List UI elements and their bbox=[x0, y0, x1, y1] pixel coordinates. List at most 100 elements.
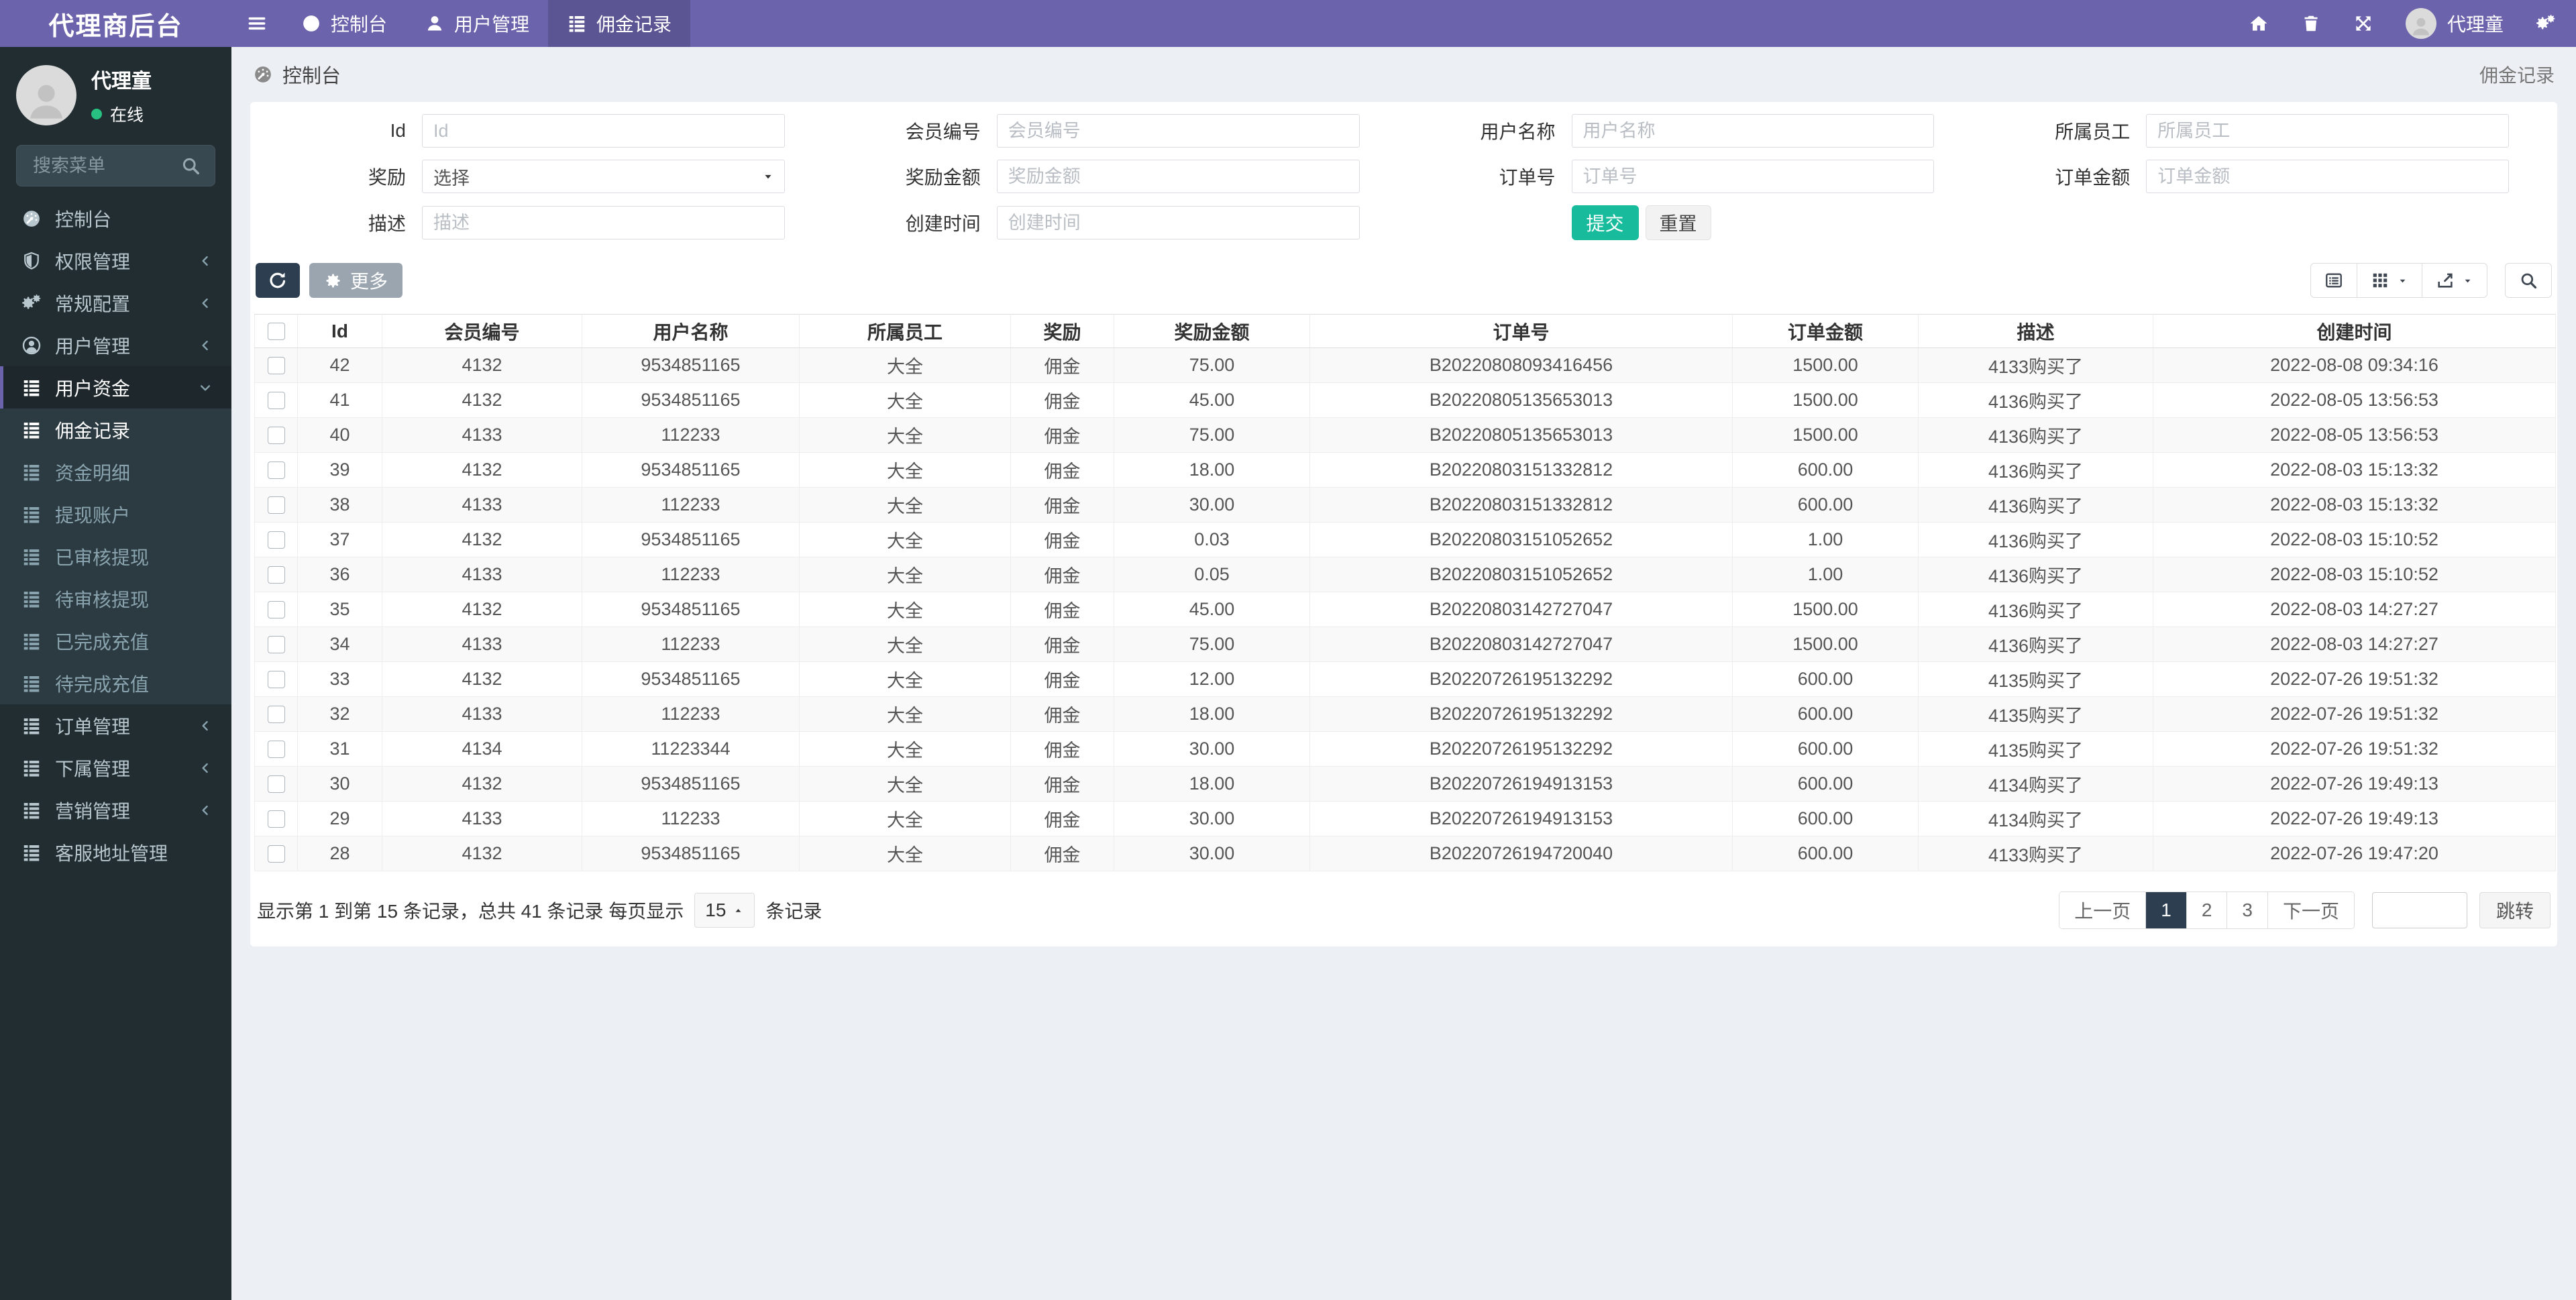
submit-button[interactable]: 提交 bbox=[1571, 205, 1639, 240]
table-cell: 大全 bbox=[799, 766, 1011, 802]
table-cell: 佣金 bbox=[1010, 382, 1114, 418]
tab-dashboard[interactable]: 控制台 bbox=[282, 0, 406, 47]
page-button-1[interactable]: 1 bbox=[2145, 892, 2186, 928]
page-button-3[interactable]: 3 bbox=[2226, 892, 2267, 928]
filter-select-reward[interactable]: 选择 bbox=[422, 160, 785, 193]
row-checkbox[interactable] bbox=[267, 565, 285, 584]
table-cell: 9534851165 bbox=[582, 766, 800, 802]
row-checkbox[interactable] bbox=[267, 426, 285, 444]
sidebar-subitem-pending-recharges[interactable]: 待完成充值 bbox=[0, 662, 231, 704]
home-icon[interactable] bbox=[2249, 13, 2269, 34]
row-checkbox[interactable] bbox=[267, 635, 285, 653]
table-cell: 4134 bbox=[382, 731, 582, 767]
table-cell: 大全 bbox=[799, 661, 1011, 697]
page-jump-input[interactable] bbox=[2371, 892, 2467, 928]
prev-page-button[interactable]: 上一页 bbox=[2059, 892, 2146, 928]
table-cell: 4133 bbox=[382, 627, 582, 662]
table-cell: 4133 bbox=[382, 801, 582, 836]
row-checkbox[interactable] bbox=[267, 461, 285, 479]
navbar-user-menu[interactable]: 代理童 bbox=[2405, 8, 2504, 39]
row-checkbox[interactable] bbox=[267, 531, 285, 549]
row-checkbox[interactable] bbox=[267, 845, 285, 863]
tab-commission-records[interactable]: 佣金记录 bbox=[548, 0, 691, 47]
sidebar-item-service-address-management[interactable]: 客服地址管理 bbox=[0, 831, 231, 873]
filter-input-order-amount[interactable] bbox=[2146, 160, 2509, 193]
table-cell: 36 bbox=[297, 557, 382, 592]
row-checkbox[interactable] bbox=[267, 740, 285, 758]
table-cell: 1500.00 bbox=[1732, 417, 1919, 453]
expand-icon[interactable] bbox=[2353, 13, 2373, 34]
sidebar-subitem-fund-details[interactable]: 资金明细 bbox=[0, 451, 231, 493]
toggle-pagination-button[interactable] bbox=[2310, 263, 2357, 298]
filter-input-id[interactable] bbox=[422, 114, 785, 148]
breadcrumb-current: 佣金记录 bbox=[2479, 65, 2555, 86]
table-cell: 112233 bbox=[582, 417, 800, 453]
row-checkbox-cell bbox=[254, 731, 298, 767]
sidebar-item-user-management[interactable]: 用户管理 bbox=[0, 324, 231, 366]
columns-button[interactable] bbox=[2357, 263, 2422, 298]
sidebar-subitem-commission-records[interactable]: 佣金记录 bbox=[0, 409, 231, 451]
filter-input-created-at[interactable] bbox=[996, 206, 1360, 239]
table-cell: 佣金 bbox=[1010, 836, 1114, 871]
filter-input-staff[interactable] bbox=[2146, 114, 2509, 148]
sidebar-item-permissions[interactable]: 权限管理 bbox=[0, 239, 231, 282]
row-checkbox[interactable] bbox=[267, 391, 285, 409]
filter-input-reward-amount[interactable] bbox=[996, 160, 1360, 193]
row-checkbox[interactable] bbox=[267, 775, 285, 793]
sidebar-item-general-config[interactable]: 常规配置 bbox=[0, 282, 231, 324]
filter-input-order-no[interactable] bbox=[1571, 160, 1935, 193]
table-cell: 4132 bbox=[382, 766, 582, 802]
user-icon bbox=[23, 78, 70, 125]
row-checkbox[interactable] bbox=[267, 600, 285, 618]
row-checkbox[interactable] bbox=[267, 670, 285, 688]
column-header-8: 描述 bbox=[1918, 314, 2153, 348]
gears-icon[interactable] bbox=[2536, 13, 2556, 34]
search-icon[interactable] bbox=[180, 156, 201, 176]
select-all-checkbox[interactable] bbox=[267, 322, 285, 340]
sidebar-toggle-button[interactable] bbox=[231, 0, 282, 47]
sidebar-subitem-pending-withdrawals[interactable]: 待审核提现 bbox=[0, 578, 231, 620]
page-button-2[interactable]: 2 bbox=[2186, 892, 2227, 928]
filter-input-member-no[interactable] bbox=[996, 114, 1360, 148]
table-row: 29 4133 112233 大全 佣金 30.00 B20220726194913153 6… bbox=[254, 801, 2556, 836]
table-cell: 2022-08-03 15:13:32 bbox=[2153, 452, 2556, 488]
records-table: Id 会员编号 用户名称 所属员工 奖励 奖励金额 订单号 订单金额 描述 创建时间 42 4132 9… bbox=[254, 314, 2556, 871]
jump-button[interactable]: 跳转 bbox=[2479, 892, 2551, 928]
trash-icon[interactable] bbox=[2301, 13, 2321, 34]
filter-input-user-name[interactable] bbox=[1571, 114, 1935, 148]
row-checkbox[interactable] bbox=[267, 810, 285, 828]
sidebar-item-order-management[interactable]: 订单管理 bbox=[0, 704, 231, 747]
refresh-button[interactable] bbox=[256, 263, 300, 298]
sidebar-item-label: 订单管理 bbox=[55, 716, 131, 737]
table-row: 38 4133 112233 大全 佣金 30.00 B20220803151332812 6… bbox=[254, 487, 2556, 523]
table-cell: 2022-07-26 19:49:13 bbox=[2153, 801, 2556, 836]
sidebar-item-subordinate-management[interactable]: 下属管理 bbox=[0, 747, 231, 789]
export-button[interactable] bbox=[2422, 263, 2487, 298]
sidebar-subitem-withdrawal-accounts[interactable]: 提现账户 bbox=[0, 493, 231, 535]
search-button[interactable] bbox=[2505, 263, 2552, 298]
next-page-button[interactable]: 下一页 bbox=[2267, 892, 2354, 928]
table-cell: 大全 bbox=[799, 382, 1011, 418]
app-logo[interactable]: 代理商后台 bbox=[0, 0, 231, 47]
more-button[interactable]: 更多 bbox=[309, 263, 403, 298]
row-checkbox[interactable] bbox=[267, 496, 285, 514]
chevron-left-icon bbox=[198, 338, 213, 353]
row-checkbox[interactable] bbox=[267, 356, 285, 374]
table-cell: 4136购买了 bbox=[1918, 417, 2153, 453]
summary-prefix: 显示第 1 到第 15 条记录，总共 41 条记录 每页显示 bbox=[257, 901, 684, 922]
sidebar-item-user-funds[interactable]: 用户资金 bbox=[0, 366, 231, 409]
column-header-1: 会员编号 bbox=[382, 314, 582, 348]
caret-down-icon bbox=[2462, 275, 2473, 286]
table-row: 40 4133 112233 大全 佣金 75.00 B20220805135653013 1… bbox=[254, 417, 2556, 453]
sidebar-subitem-completed-recharges[interactable]: 已完成充值 bbox=[0, 620, 231, 662]
page-size-dropdown[interactable]: 15 bbox=[694, 893, 755, 928]
tab-user-management[interactable]: 用户管理 bbox=[406, 0, 548, 47]
sidebar-subitem-approved-withdrawals[interactable]: 已审核提现 bbox=[0, 535, 231, 578]
filter-input-description[interactable] bbox=[422, 206, 785, 239]
reset-button[interactable]: 重置 bbox=[1645, 205, 1711, 240]
sidebar-item-dashboard[interactable]: 控制台 bbox=[0, 197, 231, 239]
sidebar-item-marketing-management[interactable]: 营销管理 bbox=[0, 789, 231, 831]
row-checkbox[interactable] bbox=[267, 705, 285, 723]
table-cell: 9534851165 bbox=[582, 661, 800, 697]
gauge-icon bbox=[301, 13, 321, 34]
